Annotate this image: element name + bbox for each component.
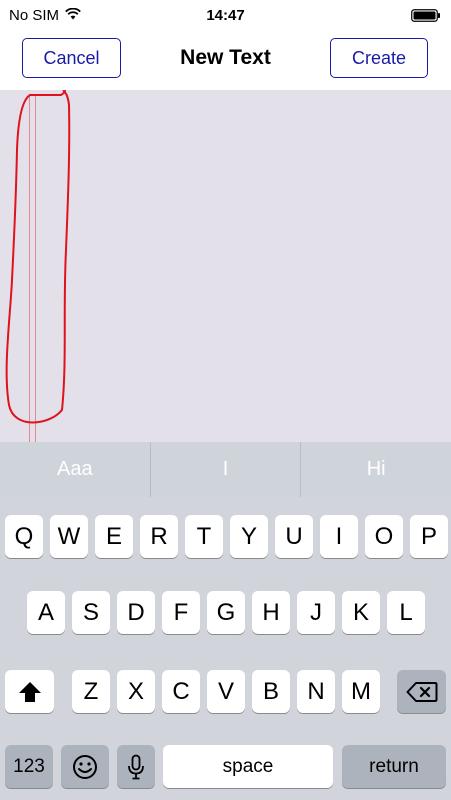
return-key[interactable]: return	[342, 745, 446, 788]
battery-icon	[411, 9, 441, 22]
emoji-icon[interactable]	[61, 745, 109, 788]
key-w[interactable]: W	[50, 515, 88, 558]
keyboard-row-3: Z X C V B N M	[0, 670, 451, 714]
suggestion-1[interactable]: Aaa	[0, 442, 150, 497]
delete-icon[interactable]	[397, 670, 446, 713]
create-button[interactable]: Create	[330, 38, 428, 78]
key-d[interactable]: D	[117, 591, 155, 634]
suggestion-2[interactable]: I	[149, 442, 301, 497]
keyboard-row-2: A S D F G H J K L	[0, 591, 451, 635]
space-key[interactable]: space	[163, 745, 333, 788]
key-v[interactable]: V	[207, 670, 245, 713]
text-canvas[interactable]	[0, 90, 451, 442]
red-annotation-outline	[5, 90, 71, 424]
key-k[interactable]: K	[342, 591, 380, 634]
microphone-icon[interactable]	[117, 745, 155, 788]
keyboard-row-4: 123 space return	[0, 745, 451, 789]
key-r[interactable]: R	[140, 515, 178, 558]
key-i[interactable]: I	[320, 515, 358, 558]
key-m[interactable]: M	[342, 670, 380, 713]
status-bar: No SIM 14:47	[0, 0, 451, 32]
key-x[interactable]: X	[117, 670, 155, 713]
keyboard-row-1: Q W E R T Y U I O P	[0, 515, 451, 559]
key-f[interactable]: F	[162, 591, 200, 634]
suggestion-3[interactable]: Hi	[300, 442, 451, 497]
key-s[interactable]: S	[72, 591, 110, 634]
key-p[interactable]: P	[410, 515, 448, 558]
key-b[interactable]: B	[252, 670, 290, 713]
shift-icon[interactable]	[5, 670, 54, 713]
key-c[interactable]: C	[162, 670, 200, 713]
key-h[interactable]: H	[252, 591, 290, 634]
key-u[interactable]: U	[275, 515, 313, 558]
key-e[interactable]: E	[95, 515, 133, 558]
key-o[interactable]: O	[365, 515, 403, 558]
status-time: 14:47	[206, 7, 245, 24]
key-g[interactable]: G	[207, 591, 245, 634]
keyboard: Q W E R T Y U I O P A S D F G H J K L Z …	[0, 497, 451, 800]
key-a[interactable]: A	[27, 591, 65, 634]
key-n[interactable]: N	[297, 670, 335, 713]
key-l[interactable]: L	[387, 591, 425, 634]
key-j[interactable]: J	[297, 591, 335, 634]
numbers-key[interactable]: 123	[5, 745, 53, 788]
predictive-bar: Aaa I Hi	[0, 442, 451, 497]
key-t[interactable]: T	[185, 515, 223, 558]
key-y[interactable]: Y	[230, 515, 268, 558]
key-q[interactable]: Q	[5, 515, 43, 558]
key-z[interactable]: Z	[72, 670, 110, 713]
navigation-bar: Cancel New Text Create	[0, 32, 451, 90]
